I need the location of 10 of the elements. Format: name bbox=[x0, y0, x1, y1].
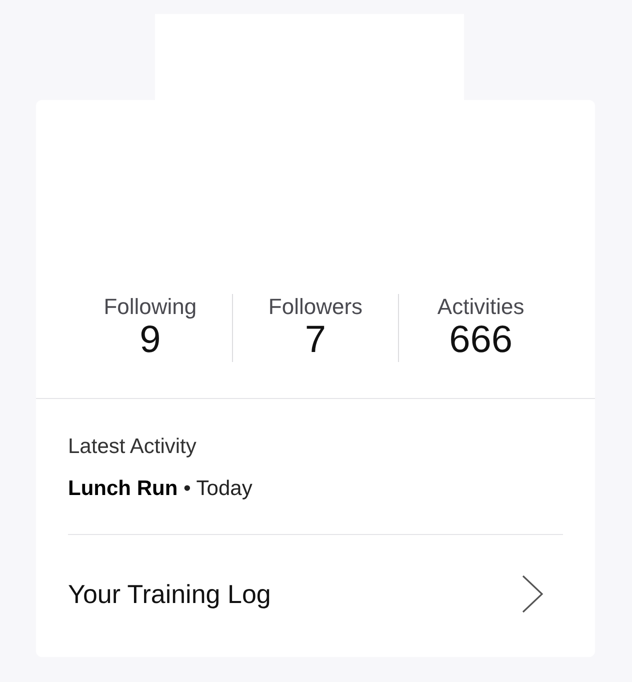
training-log-link[interactable]: Your Training Log bbox=[68, 574, 271, 614]
stat-value: 9 bbox=[138, 320, 162, 362]
stat-label: Activities bbox=[436, 294, 526, 320]
chevron-right-icon[interactable] bbox=[521, 574, 545, 614]
stat-label: Followers bbox=[267, 294, 364, 320]
latest-activity-heading: Latest Activity bbox=[68, 434, 198, 460]
stat-label: Following bbox=[102, 294, 198, 320]
stat-value: 7 bbox=[304, 320, 328, 362]
stat-value: 666 bbox=[448, 320, 514, 362]
latest-activity-summary[interactable]: Lunch Run • Today bbox=[68, 472, 563, 504]
